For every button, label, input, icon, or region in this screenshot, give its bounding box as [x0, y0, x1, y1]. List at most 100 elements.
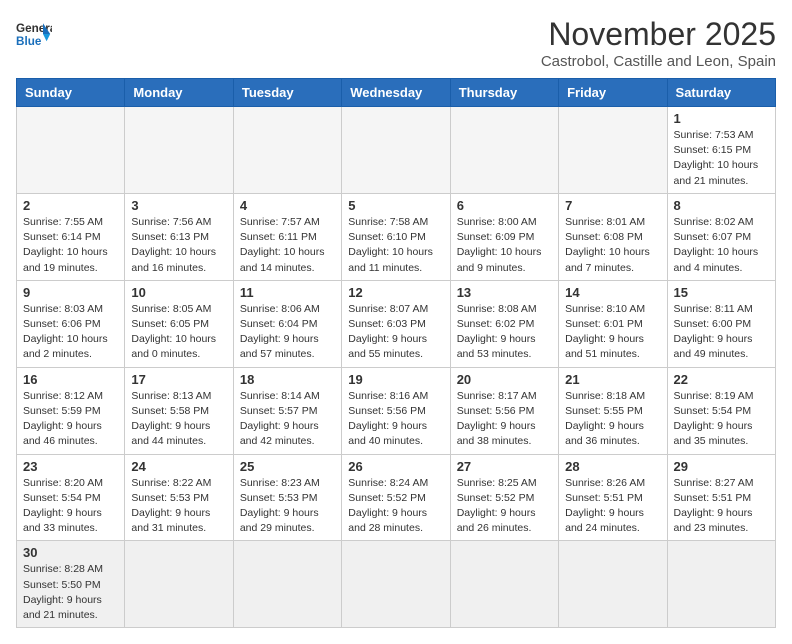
day-number: 7 — [565, 198, 660, 213]
calendar-day-cell — [342, 541, 450, 628]
calendar-day-cell: 5Sunrise: 7:58 AM Sunset: 6:10 PM Daylig… — [342, 193, 450, 280]
day-info: Sunrise: 8:26 AM Sunset: 5:51 PM Dayligh… — [565, 476, 660, 537]
day-info: Sunrise: 8:16 AM Sunset: 5:56 PM Dayligh… — [348, 389, 443, 450]
day-info: Sunrise: 7:55 AM Sunset: 6:14 PM Dayligh… — [23, 215, 118, 276]
day-info: Sunrise: 8:28 AM Sunset: 5:50 PM Dayligh… — [23, 562, 118, 623]
calendar-week-row: 2 Sunrise: 7:55 AM Sunset: 6:14 PM Daylig… — [17, 193, 776, 280]
day-number: 29 — [674, 459, 769, 474]
day-info: Sunrise: 7:53 AM Sunset: 6:15 PM Dayligh… — [674, 128, 769, 189]
calendar-day-cell: 20 Sunrise: 8:17 AM Sunset: 5:56 PM Dayli… — [450, 367, 558, 454]
calendar-day-cell: 30 Sunrise: 8:28 AM Sunset: 5:50 PM Dayli… — [17, 541, 125, 628]
calendar-day-cell — [342, 107, 450, 194]
calendar-day-cell: 9Sunrise: 8:03 AM Sunset: 6:06 PM Daylig… — [17, 280, 125, 367]
month-title: November 2025 — [541, 16, 776, 53]
calendar-day-cell: 25 Sunrise: 8:23 AM Sunset: 5:53 PM Dayli… — [233, 454, 341, 541]
day-number: 22 — [674, 372, 769, 387]
calendar-week-row: 30 Sunrise: 8:28 AM Sunset: 5:50 PM Dayli… — [17, 541, 776, 628]
logo: General Blue — [16, 16, 52, 52]
day-of-week-header: Tuesday — [233, 79, 341, 107]
calendar-day-cell: 12 Sunrise: 8:07 AM Sunset: 6:03 PM Dayli… — [342, 280, 450, 367]
calendar-day-cell — [125, 541, 233, 628]
calendar-day-cell: 16Sunrise: 8:12 AM Sunset: 5:59 PM Dayli… — [17, 367, 125, 454]
day-info: Sunrise: 8:07 AM Sunset: 6:03 PM Dayligh… — [348, 302, 443, 363]
calendar-day-cell: 4 Sunrise: 7:57 AM Sunset: 6:11 PM Daylig… — [233, 193, 341, 280]
calendar-table: SundayMondayTuesdayWednesdayThursdayFrid… — [16, 78, 776, 628]
day-info: Sunrise: 8:20 AM Sunset: 5:54 PM Dayligh… — [23, 476, 118, 537]
day-number: 23 — [23, 459, 118, 474]
calendar-day-cell: 17Sunrise: 8:13 AM Sunset: 5:58 PM Dayli… — [125, 367, 233, 454]
calendar-day-cell: 11 Sunrise: 8:06 AM Sunset: 6:04 PM Dayli… — [233, 280, 341, 367]
svg-text:Blue: Blue — [16, 35, 42, 48]
day-number: 11 — [240, 285, 335, 300]
day-number: 8 — [674, 198, 769, 213]
day-info: Sunrise: 7:58 AM Sunset: 6:10 PM Dayligh… — [348, 215, 443, 276]
calendar-day-cell: 6 Sunrise: 8:00 AM Sunset: 6:09 PM Daylig… — [450, 193, 558, 280]
day-info: Sunrise: 8:12 AM Sunset: 5:59 PM Dayligh… — [23, 389, 118, 450]
day-info: Sunrise: 8:00 AM Sunset: 6:09 PM Dayligh… — [457, 215, 552, 276]
day-info: Sunrise: 8:08 AM Sunset: 6:02 PM Dayligh… — [457, 302, 552, 363]
day-info: Sunrise: 7:57 AM Sunset: 6:11 PM Dayligh… — [240, 215, 335, 276]
day-info: Sunrise: 8:25 AM Sunset: 5:52 PM Dayligh… — [457, 476, 552, 537]
calendar-week-row: 16Sunrise: 8:12 AM Sunset: 5:59 PM Dayli… — [17, 367, 776, 454]
calendar-week-row: 1 Sunrise: 7:53 AM Sunset: 6:15 PM Daylig… — [17, 107, 776, 194]
calendar-day-cell: 13 Sunrise: 8:08 AM Sunset: 6:02 PM Dayli… — [450, 280, 558, 367]
day-of-week-header: Monday — [125, 79, 233, 107]
day-info: Sunrise: 8:23 AM Sunset: 5:53 PM Dayligh… — [240, 476, 335, 537]
day-number: 21 — [565, 372, 660, 387]
day-info: Sunrise: 8:10 AM Sunset: 6:01 PM Dayligh… — [565, 302, 660, 363]
calendar-header-row: SundayMondayTuesdayWednesdayThursdayFrid… — [17, 79, 776, 107]
day-number: 27 — [457, 459, 552, 474]
day-number: 25 — [240, 459, 335, 474]
day-number: 10 — [131, 285, 226, 300]
day-info: Sunrise: 8:27 AM Sunset: 5:51 PM Dayligh… — [674, 476, 769, 537]
day-of-week-header: Friday — [559, 79, 667, 107]
day-of-week-header: Thursday — [450, 79, 558, 107]
day-number: 30 — [23, 545, 118, 560]
day-number: 14 — [565, 285, 660, 300]
calendar-day-cell — [233, 541, 341, 628]
calendar-day-cell: 2 Sunrise: 7:55 AM Sunset: 6:14 PM Daylig… — [17, 193, 125, 280]
title-area: November 2025 Castrobol, Castille and Le… — [541, 16, 776, 70]
calendar-day-cell — [233, 107, 341, 194]
calendar-day-cell: 22 Sunrise: 8:19 AM Sunset: 5:54 PM Dayli… — [667, 367, 775, 454]
day-info: Sunrise: 8:06 AM Sunset: 6:04 PM Dayligh… — [240, 302, 335, 363]
day-number: 24 — [131, 459, 226, 474]
day-number: 6 — [457, 198, 552, 213]
day-info: Sunrise: 8:22 AM Sunset: 5:53 PM Dayligh… — [131, 476, 226, 537]
day-number: 26 — [348, 459, 443, 474]
day-number: 4 — [240, 198, 335, 213]
day-number: 12 — [348, 285, 443, 300]
calendar-day-cell: 27 Sunrise: 8:25 AM Sunset: 5:52 PM Dayli… — [450, 454, 558, 541]
day-number: 20 — [457, 372, 552, 387]
day-number: 9 — [23, 285, 118, 300]
calendar-day-cell: 14 Sunrise: 8:10 AM Sunset: 6:01 PM Dayli… — [559, 280, 667, 367]
day-info: Sunrise: 8:01 AM Sunset: 6:08 PM Dayligh… — [565, 215, 660, 276]
day-of-week-header: Wednesday — [342, 79, 450, 107]
header: General Blue November 2025 Castrobol, Ca… — [16, 16, 776, 70]
day-info: Sunrise: 8:17 AM Sunset: 5:56 PM Dayligh… — [457, 389, 552, 450]
location-title: Castrobol, Castille and Leon, Spain — [541, 53, 776, 70]
day-info: Sunrise: 8:24 AM Sunset: 5:52 PM Dayligh… — [348, 476, 443, 537]
calendar-day-cell: 18Sunrise: 8:14 AM Sunset: 5:57 PM Dayli… — [233, 367, 341, 454]
calendar-day-cell — [125, 107, 233, 194]
day-number: 13 — [457, 285, 552, 300]
day-number: 17 — [131, 372, 226, 387]
calendar-day-cell — [559, 541, 667, 628]
calendar-day-cell: 19 Sunrise: 8:16 AM Sunset: 5:56 PM Dayli… — [342, 367, 450, 454]
calendar-day-cell: 24 Sunrise: 8:22 AM Sunset: 5:53 PM Dayli… — [125, 454, 233, 541]
day-number: 2 — [23, 198, 118, 213]
calendar-week-row: 23 Sunrise: 8:20 AM Sunset: 5:54 PM Dayli… — [17, 454, 776, 541]
calendar-day-cell: 23 Sunrise: 8:20 AM Sunset: 5:54 PM Dayli… — [17, 454, 125, 541]
logo-icon: General Blue — [16, 16, 52, 52]
calendar-day-cell: 28Sunrise: 8:26 AM Sunset: 5:51 PM Dayli… — [559, 454, 667, 541]
calendar-week-row: 9Sunrise: 8:03 AM Sunset: 6:06 PM Daylig… — [17, 280, 776, 367]
day-number: 15 — [674, 285, 769, 300]
day-number: 19 — [348, 372, 443, 387]
calendar-day-cell: 21Sunrise: 8:18 AM Sunset: 5:55 PM Dayli… — [559, 367, 667, 454]
calendar-day-cell: 7 Sunrise: 8:01 AM Sunset: 6:08 PM Daylig… — [559, 193, 667, 280]
day-info: Sunrise: 8:14 AM Sunset: 5:57 PM Dayligh… — [240, 389, 335, 450]
day-info: Sunrise: 8:19 AM Sunset: 5:54 PM Dayligh… — [674, 389, 769, 450]
day-number: 1 — [674, 111, 769, 126]
calendar-day-cell: 10Sunrise: 8:05 AM Sunset: 6:05 PM Dayli… — [125, 280, 233, 367]
calendar-day-cell — [667, 541, 775, 628]
